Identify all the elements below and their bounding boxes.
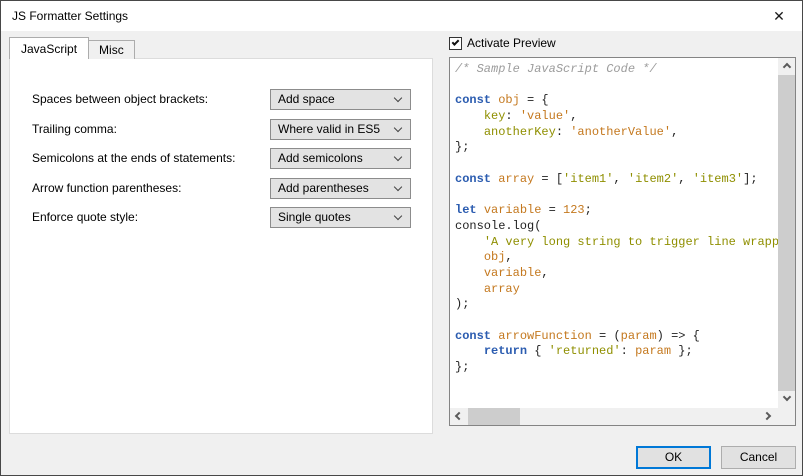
chevron-left-icon bbox=[455, 412, 463, 420]
code-preview-panel: /* Sample JavaScript Code */ const obj =… bbox=[449, 57, 796, 426]
close-icon: ✕ bbox=[773, 8, 785, 24]
setting-label-spaces-between-object-brackets: Spaces between object brackets: bbox=[32, 89, 208, 110]
dropdown-trailing-comma[interactable]: Where valid in ES5 bbox=[270, 119, 411, 140]
scroll-up-button[interactable] bbox=[778, 58, 795, 75]
dropdown-value: Add semicolons bbox=[278, 149, 363, 168]
vertical-scrollbar[interactable] bbox=[778, 58, 795, 408]
code-line bbox=[455, 78, 773, 94]
chevron-down-icon bbox=[395, 125, 405, 135]
window-title: JS Formatter Settings bbox=[12, 1, 128, 31]
chevron-down-icon bbox=[395, 184, 405, 194]
code-line: const obj = { bbox=[455, 93, 773, 109]
setting-label-semicolons-at-ends-of-statements: Semicolons at the ends of statements: bbox=[32, 148, 235, 169]
code-line bbox=[455, 188, 773, 204]
tab-javascript[interactable]: JavaScript bbox=[9, 37, 89, 59]
scrollbar-corner bbox=[778, 408, 795, 425]
activate-preview-checkbox[interactable] bbox=[449, 37, 462, 50]
code-line: key: 'value', bbox=[455, 109, 773, 125]
scroll-down-button[interactable] bbox=[778, 391, 795, 408]
code-line: let variable = 123; bbox=[455, 203, 773, 219]
horizontal-scrollbar-thumb[interactable] bbox=[468, 408, 520, 425]
tab-strip: JavaScript Misc bbox=[9, 37, 135, 59]
code-line: }; bbox=[455, 140, 773, 156]
chevron-down-icon bbox=[395, 95, 405, 105]
title-bar: JS Formatter Settings ✕ bbox=[1, 1, 802, 31]
code-line: ); bbox=[455, 297, 773, 313]
setting-row-spaces-between-object-brackets: Spaces between object brackets: Add space bbox=[10, 89, 432, 110]
code-preview-text: /* Sample JavaScript Code */ const obj =… bbox=[450, 58, 778, 408]
setting-label-trailing-comma: Trailing comma: bbox=[32, 119, 117, 140]
js-formatter-settings-dialog: JS Formatter Settings ✕ JavaScript Misc … bbox=[0, 0, 803, 476]
code-line: const arrowFunction = (param) => { bbox=[455, 329, 773, 345]
activate-preview-label: Activate Preview bbox=[467, 36, 556, 51]
horizontal-scrollbar[interactable] bbox=[450, 408, 778, 425]
setting-row-arrow-function-parentheses: Arrow function parentheses: Add parenthes… bbox=[10, 178, 432, 199]
setting-row-trailing-comma: Trailing comma: Where valid in ES5 bbox=[10, 119, 432, 140]
code-line bbox=[455, 156, 773, 172]
chevron-down-icon bbox=[782, 393, 790, 401]
dropdown-semicolons-at-ends-of-statements[interactable]: Add semicolons bbox=[270, 148, 411, 169]
code-line bbox=[455, 313, 773, 329]
chevron-up-icon bbox=[782, 63, 790, 71]
javascript-settings-panel: Spaces between object brackets: Add space… bbox=[9, 58, 433, 434]
chevron-down-icon bbox=[395, 154, 405, 164]
check-icon bbox=[452, 38, 460, 46]
code-line: variable, bbox=[455, 266, 773, 282]
dropdown-value: Single quotes bbox=[278, 208, 351, 227]
scroll-left-button[interactable] bbox=[450, 408, 467, 425]
scroll-right-button[interactable] bbox=[761, 408, 778, 425]
ok-button[interactable]: OK bbox=[636, 446, 711, 469]
cancel-button[interactable]: Cancel bbox=[721, 446, 796, 469]
close-button[interactable]: ✕ bbox=[756, 1, 802, 31]
code-line: return { 'returned': param }; bbox=[455, 344, 773, 360]
chevron-down-icon bbox=[395, 213, 405, 223]
code-line: /* Sample JavaScript Code */ bbox=[455, 62, 773, 78]
code-line: array bbox=[455, 282, 773, 298]
tab-misc[interactable]: Misc bbox=[89, 40, 135, 59]
dropdown-value: Add parentheses bbox=[278, 179, 369, 198]
setting-row-semicolons-at-ends-of-statements: Semicolons at the ends of statements: Add… bbox=[10, 148, 432, 169]
setting-row-enforce-quote-style: Enforce quote style: Single quotes bbox=[10, 207, 432, 228]
code-line: }; bbox=[455, 360, 773, 376]
activate-preview-row: Activate Preview bbox=[449, 36, 556, 51]
code-line: obj, bbox=[455, 250, 773, 266]
dropdown-arrow-function-parentheses[interactable]: Add parentheses bbox=[270, 178, 411, 199]
code-line: anotherKey: 'anotherValue', bbox=[455, 125, 773, 141]
code-line: console.log( bbox=[455, 219, 773, 235]
code-line: const array = ['item1', 'item2', 'item3'… bbox=[455, 172, 773, 188]
setting-label-arrow-function-parentheses: Arrow function parentheses: bbox=[32, 178, 181, 199]
code-line: 'A very long string to trigger line wrap… bbox=[455, 235, 773, 251]
dropdown-spaces-between-object-brackets[interactable]: Add space bbox=[270, 89, 411, 110]
dropdown-value: Add space bbox=[278, 90, 335, 109]
setting-label-enforce-quote-style: Enforce quote style: bbox=[32, 207, 138, 228]
chevron-right-icon bbox=[763, 412, 771, 420]
tab-misc-label: Misc bbox=[99, 43, 124, 57]
dropdown-value: Where valid in ES5 bbox=[278, 120, 380, 139]
dropdown-enforce-quote-style[interactable]: Single quotes bbox=[270, 207, 411, 228]
vertical-scrollbar-thumb[interactable] bbox=[778, 75, 795, 391]
tab-javascript-label: JavaScript bbox=[21, 42, 77, 56]
